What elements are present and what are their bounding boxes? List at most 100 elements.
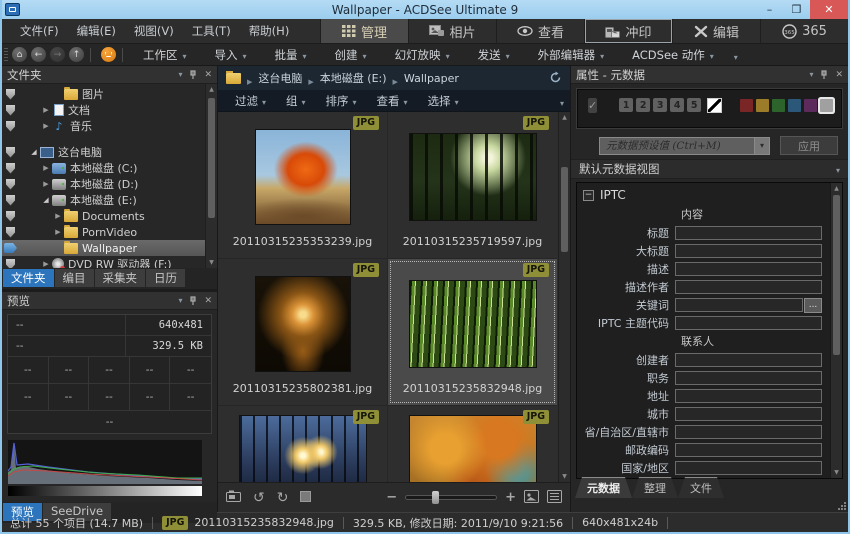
quick-tag-icon[interactable]: [6, 259, 15, 269]
menu-tools[interactable]: 工具(T): [184, 21, 239, 41]
panel-close-icon[interactable]: ✕: [204, 296, 212, 306]
thumbnail-view-icon[interactable]: [524, 488, 539, 507]
tree-item-this-pc[interactable]: 这台电脑: [2, 144, 217, 160]
thumbnail-image[interactable]: [255, 129, 351, 225]
tree-item-drive-d[interactable]: 本地磁盘 (D:): [2, 176, 217, 192]
tree-item-music[interactable]: 音乐: [2, 118, 217, 134]
menu-edit[interactable]: 编辑(E): [69, 21, 124, 41]
panel-close-icon[interactable]: ✕: [204, 70, 212, 80]
rating-4[interactable]: 4: [670, 98, 684, 112]
rating-3[interactable]: 3: [653, 98, 667, 112]
panel-close-icon[interactable]: ✕: [835, 70, 843, 80]
label-yellow[interactable]: [756, 99, 769, 112]
keywords-field[interactable]: [675, 298, 803, 312]
tab-collections[interactable]: 采集夹: [95, 269, 146, 287]
tree-item-wallpaper[interactable]: Wallpaper: [2, 240, 217, 256]
file-item-selected[interactable]: JPG 20110315235832948.jpg: [388, 259, 557, 405]
toolbar-external-editor[interactable]: 外部编辑器: [524, 47, 619, 63]
label-green[interactable]: [772, 99, 785, 112]
quick-tag-icon[interactable]: [6, 105, 15, 116]
file-item[interactable]: JPG: [218, 406, 388, 482]
form-scrollbar[interactable]: ▲ ▼: [830, 183, 842, 478]
expander-icon[interactable]: [53, 228, 63, 236]
combo-dropdown-icon[interactable]: [754, 138, 769, 154]
zoom-out-icon[interactable]: −: [386, 490, 397, 505]
clear-rating-icon[interactable]: [707, 98, 722, 113]
toolbar-grip[interactable]: [4, 48, 8, 62]
menu-view[interactable]: 视图(V): [126, 21, 182, 41]
file-item[interactable]: JPG 20110315235802381.jpg: [218, 259, 388, 405]
country-field[interactable]: [675, 461, 822, 475]
sort-menu[interactable]: 排序: [317, 93, 366, 109]
tab-manage[interactable]: 管理: [320, 19, 408, 43]
expander-icon[interactable]: [41, 122, 51, 130]
expander-icon[interactable]: [41, 196, 51, 204]
thumbnail-image[interactable]: [409, 415, 537, 482]
panel-menu-icon[interactable]: [178, 70, 182, 80]
creator-field[interactable]: [675, 353, 822, 367]
pin-icon[interactable]: [189, 296, 197, 306]
thumbnail-image[interactable]: [409, 280, 537, 368]
tree-item-documents-lib[interactable]: 文档: [2, 102, 217, 118]
maximize-button[interactable]: [783, 0, 810, 19]
image-basket-icon[interactable]: [101, 47, 116, 62]
toolbar-create[interactable]: 创建: [321, 47, 381, 63]
breadcrumb-wallpaper[interactable]: Wallpaper: [404, 72, 459, 85]
expander-icon[interactable]: [41, 164, 51, 172]
rating-1[interactable]: 1: [619, 98, 633, 112]
close-button[interactable]: [810, 0, 848, 19]
thumbnail-image[interactable]: [239, 415, 367, 482]
menu-file[interactable]: 文件(F): [12, 21, 67, 41]
tab-develop[interactable]: 冲印: [584, 19, 672, 43]
metadata-preset-combo[interactable]: 元数据预设值 (Ctrl+M): [599, 137, 770, 155]
tab-photos[interactable]: 相片: [408, 19, 496, 43]
title-field[interactable]: [675, 226, 822, 240]
quick-tag-icon[interactable]: [6, 195, 15, 206]
quick-tag-icon[interactable]: [6, 227, 15, 238]
filter-menu[interactable]: 过滤: [226, 93, 275, 109]
tree-item-pictures[interactable]: 图片: [2, 86, 217, 102]
tab-365[interactable]: 365 365: [760, 19, 848, 43]
file-item[interactable]: JPG 20110315235719597.jpg: [388, 112, 557, 258]
postal-code-field[interactable]: [675, 443, 822, 457]
panel-menu-icon[interactable]: [809, 70, 813, 80]
description-field[interactable]: [675, 262, 822, 276]
tree-item-documents[interactable]: Documents: [2, 208, 217, 224]
city-field[interactable]: [675, 407, 822, 421]
minimize-button[interactable]: [756, 0, 783, 19]
breadcrumb-drive-e[interactable]: 本地磁盘 (E:): [320, 70, 387, 86]
quick-tag-icon[interactable]: [6, 163, 15, 174]
toolbar-slideshow[interactable]: 幻灯放映: [381, 47, 464, 63]
grid-scrollbar[interactable]: ▲▼: [558, 112, 570, 482]
tab-calendar[interactable]: 日历: [146, 269, 185, 287]
tab-organize[interactable]: 整理: [632, 477, 678, 498]
tab-metadata[interactable]: 元数据: [575, 477, 632, 498]
menu-help[interactable]: 帮助(H): [241, 21, 298, 41]
headline-field[interactable]: [675, 244, 822, 258]
job-title-field[interactable]: [675, 371, 822, 385]
quick-tag-icon[interactable]: [6, 121, 15, 132]
quick-tag-icon[interactable]: [6, 211, 15, 222]
forward-button[interactable]: →: [50, 47, 65, 62]
filterbar-overflow-icon[interactable]: [560, 91, 564, 110]
toolbar-send[interactable]: 发送: [464, 47, 524, 63]
tab-catalog[interactable]: 编目: [55, 269, 94, 287]
tab-view[interactable]: 查看: [496, 19, 584, 43]
back-button[interactable]: ←: [31, 47, 46, 62]
breadcrumb-this-pc[interactable]: 这台电脑: [258, 70, 302, 86]
keywords-more-button[interactable]: ...: [804, 298, 822, 313]
toolbar-import[interactable]: 导入: [201, 47, 261, 63]
tab-file[interactable]: 文件: [678, 477, 724, 498]
thumbnail-image[interactable]: [255, 276, 351, 372]
tree-item-pornvideo[interactable]: PornVideo: [2, 224, 217, 240]
state-field[interactable]: [675, 425, 822, 439]
rotate-right-icon[interactable]: ↻: [277, 490, 289, 506]
quick-tag-icon[interactable]: [6, 179, 15, 190]
iptc-subject-code-field[interactable]: [675, 316, 822, 330]
tab-edit[interactable]: 编辑: [672, 19, 760, 43]
metadata-view-selector[interactable]: 默认元数据视图: [571, 159, 848, 179]
toolbar-acdsee-actions[interactable]: ACDSee 动作: [618, 47, 728, 63]
folder-icon[interactable]: [226, 73, 241, 84]
tree-item-dvd-f[interactable]: DVD RW 驱动器 (F:): [2, 256, 217, 268]
description-writer-field[interactable]: [675, 280, 822, 294]
